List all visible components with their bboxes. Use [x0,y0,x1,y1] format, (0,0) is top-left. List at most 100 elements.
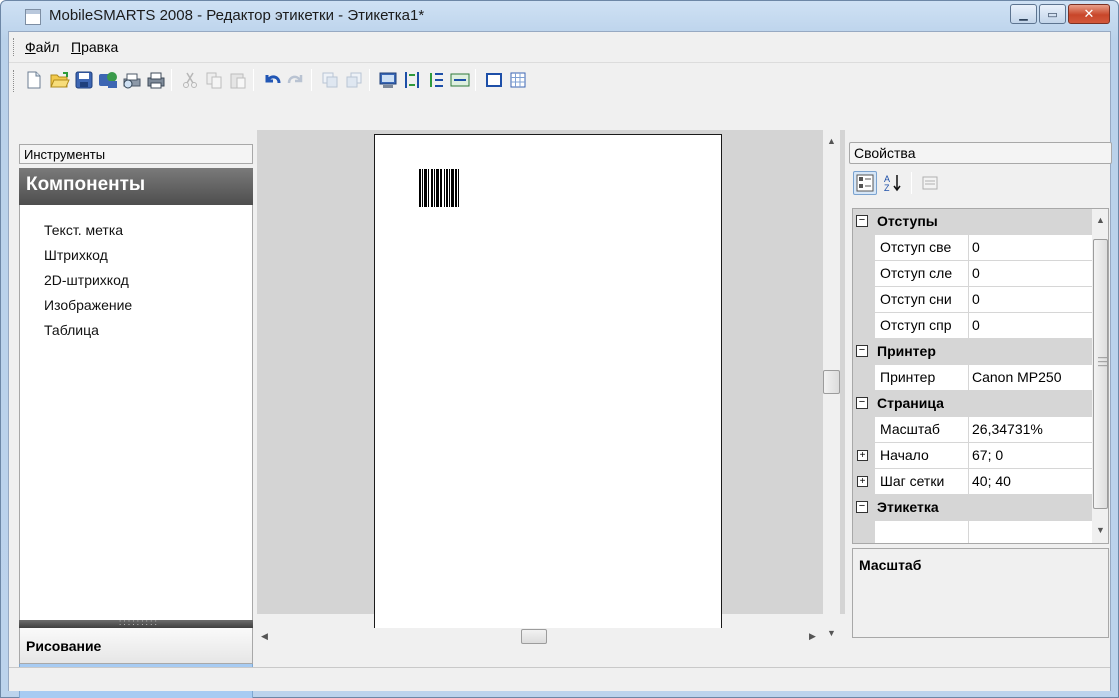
tool-item-2d-barcode[interactable]: 2D-штрихкод [44,272,129,288]
align-vertical-button[interactable] [425,69,447,91]
category-margins[interactable]: − Отступы [853,209,1092,235]
close-button[interactable]: ✕ [1068,4,1110,24]
property-value[interactable]: 26,34731% [969,417,1092,443]
property-value[interactable] [969,521,1092,543]
property-row[interactable]: + Шаг сетки 40; 40 [853,469,1092,495]
panel-splitter[interactable]: : : : : : : : : : [19,618,253,628]
nav-drawing-button[interactable]: Рисование [19,628,253,664]
cut-icon [183,72,197,88]
redo-button[interactable] [285,69,307,91]
expand-icon[interactable]: + [857,476,868,487]
property-grid-scroll-thumb[interactable]: — — — [1093,239,1108,509]
collapse-icon[interactable]: − [856,501,868,513]
category-printer[interactable]: − Принтер [853,339,1092,365]
cut-button[interactable] [179,69,201,91]
toolbar-separator [911,172,912,194]
property-row[interactable] [853,521,1092,543]
scroll-left-icon[interactable]: ◀ [261,631,268,642]
send-back-button[interactable] [343,69,365,91]
maximize-button[interactable]: ▭ [1039,4,1066,24]
canvas-hscroll-thumb[interactable] [521,629,547,644]
scroll-up-icon[interactable]: ▲ [827,136,836,146]
property-grid-scrollbar[interactable]: ▲ — — — ▼ [1092,209,1108,543]
menu-grip[interactable] [13,38,16,56]
property-pages-icon [922,176,938,190]
open-button[interactable] [49,69,71,91]
toolbar-grip[interactable] [13,70,16,92]
save-button[interactable] [73,69,95,91]
canvas-horizontal-scrollbar[interactable]: ◀ ▶ [257,628,823,645]
menu-file[interactable]: Файл [25,39,59,55]
tools-panel-header: Инструменты [19,144,253,164]
tool-item-table[interactable]: Таблица [44,322,99,338]
scroll-down-icon[interactable]: ▼ [1096,525,1105,535]
property-value[interactable]: 40; 40 [969,469,1092,495]
menu-edit[interactable]: Правка [71,39,118,55]
tool-item-barcode[interactable]: Штрихкод [44,247,108,263]
property-name: Отступ сни [875,287,969,313]
property-value[interactable]: 0 [969,287,1092,313]
tool-item-image[interactable]: Изображение [44,297,132,313]
properties-panel: Свойства AZ − Отступы Отступ све 0 Отсту… [849,130,1112,642]
window-title: MobileSMARTS 2008 - Редактор этикетки - … [49,7,425,24]
property-row[interactable]: Принтер Canon MP250 [853,365,1092,391]
save-all-button[interactable] [97,69,119,91]
design-canvas[interactable] [257,130,845,630]
alphabetical-button[interactable]: AZ [881,171,905,195]
title-bar[interactable]: MobileSMARTS 2008 - Редактор этикетки - … [1,1,1118,31]
collapse-icon[interactable]: − [856,345,868,357]
category-label[interactable]: − Этикетка [853,495,1092,521]
label-page[interactable] [374,134,722,630]
copy-button[interactable] [203,69,225,91]
property-row[interactable]: Масштаб 26,34731% [853,417,1092,443]
property-row[interactable]: Отступ сле 0 [853,261,1092,287]
property-row[interactable]: Отступ све 0 [853,235,1092,261]
collapse-icon[interactable]: − [856,397,868,409]
new-file-button[interactable] [23,69,45,91]
menu-file-label: айл [35,39,60,55]
property-value[interactable]: 0 [969,313,1092,339]
category-name: Отступы [877,213,938,229]
property-row[interactable]: Отступ спр 0 [853,313,1092,339]
undo-button[interactable] [261,69,283,91]
print-button[interactable] [145,69,167,91]
property-name: Шаг сетки [875,469,969,495]
property-pages-button[interactable] [918,171,942,195]
property-value[interactable]: 67; 0 [969,443,1092,469]
save-all-icon [99,72,117,88]
screen-button[interactable] [377,69,399,91]
paste-icon [230,73,246,89]
minimize-button[interactable]: ▁ [1010,4,1037,24]
category-page[interactable]: − Страница [853,391,1092,417]
splitter-grip: : : : : : : : : : [119,618,157,627]
canvas-vscroll-thumb[interactable] [823,370,840,394]
align-width-button[interactable] [449,69,471,91]
categorized-button[interactable] [853,171,877,195]
rectangle-button[interactable] [483,69,505,91]
category-name: Этикетка [877,499,939,515]
property-value[interactable]: 0 [969,261,1092,287]
paste-button[interactable] [227,69,249,91]
property-row[interactable]: Отступ сни 0 [853,287,1092,313]
scroll-down-icon[interactable]: ▼ [827,628,836,638]
property-value[interactable]: 0 [969,235,1092,261]
app-window: MobileSMARTS 2008 - Редактор этикетки - … [0,0,1119,698]
grid-button[interactable] [507,69,529,91]
align-height-button[interactable] [401,69,423,91]
property-row[interactable]: + Начало 67; 0 [853,443,1092,469]
collapse-icon[interactable]: − [856,215,868,227]
scroll-right-icon[interactable]: ▶ [809,631,816,642]
canvas-vertical-scrollbar[interactable]: ▲ ▼ [823,130,840,644]
print-preview-button[interactable] [121,69,143,91]
scroll-up-icon[interactable]: ▲ [1096,215,1105,225]
menu-bar: Файл Правка [9,32,1110,62]
minimize-icon: ▁ [1019,8,1028,21]
barcode-component[interactable] [419,169,467,207]
expand-icon[interactable]: + [857,450,868,461]
print-icon [147,72,165,89]
property-name: Отступ спр [875,313,969,339]
tool-item-text-label[interactable]: Текст. метка [44,222,123,238]
save-icon [75,71,93,89]
property-value[interactable]: Canon MP250 [969,365,1092,391]
bring-front-button[interactable] [319,69,341,91]
